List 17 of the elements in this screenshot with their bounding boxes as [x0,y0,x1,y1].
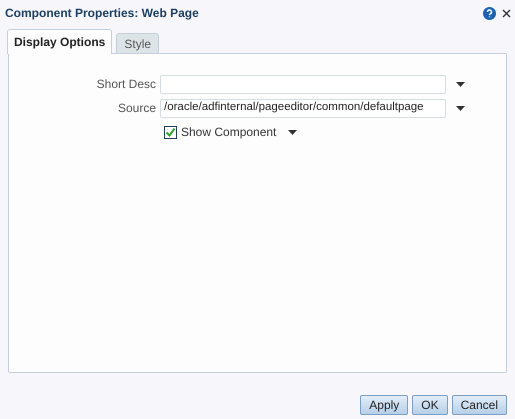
field-label: Short Desc [96,76,157,93]
dropdown-caret-icon[interactable] [456,106,465,110]
dialog-button[interactable]: Apply [360,395,408,415]
help-icon[interactable] [483,6,496,20]
window-title: Component Properties: Web Page [5,5,200,22]
dropdown-caret-icon[interactable] [288,130,298,134]
text-field[interactable] [160,74,446,94]
tab[interactable]: Style [116,33,160,53]
dropdown-caret-icon[interactable] [456,82,465,86]
close-icon[interactable] [502,8,511,18]
dialog-button[interactable]: Cancel [452,395,507,415]
dialog-button[interactable]: OK [412,395,448,415]
tab[interactable]: Display Options [7,29,112,54]
checkbox-label: Show Component [181,124,276,141]
checkbox[interactable] [164,126,177,138]
field-label: Source [116,100,157,117]
text-field[interactable]: /oracle/adfinternal/pageeditor/common/defaultpage [160,98,446,118]
